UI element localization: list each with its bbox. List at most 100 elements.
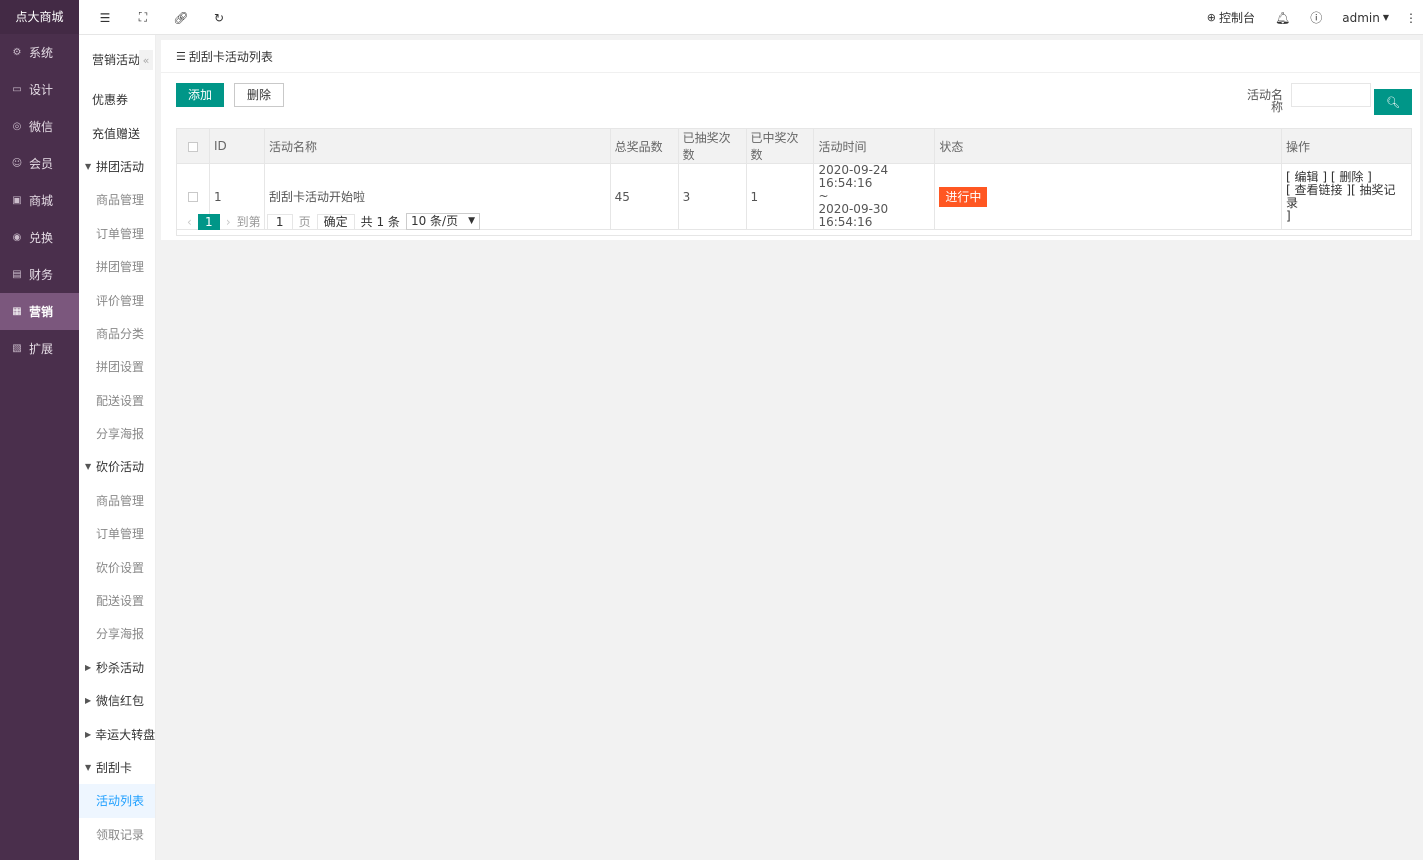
sub-nav-label: 砍价设置 [96,560,145,575]
main-nav-item[interactable]: ◎ 微信 [0,108,79,145]
wechat-icon: ◎ [12,121,22,132]
page-size-select[interactable]: 10 条/页 ▼ [405,213,480,230]
search-icon: 🔍︎ [1386,95,1400,109]
table-header-row: ID 活动名称 总奖品数 已抽奖次数 已中奖次数 活动时间 状态 操作 [176,128,1412,164]
main-nav-label: 扩展 [29,342,54,356]
sub-nav-label: 商品管理 [96,193,145,208]
sub-nav-item[interactable]: 拼团设置 [79,350,155,383]
caret-right-icon: ▶ [85,729,92,739]
main-nav-label: 设计 [29,83,54,97]
sub-nav-label: 活动列表 [96,794,145,809]
sub-nav-group[interactable]: ▶ 幸运大转盘 [79,717,155,750]
page-title: 刮刮卡活动列表 [188,49,273,64]
sub-nav-item[interactable]: 领取记录 [79,818,155,851]
sub-nav-item[interactable]: 商品管理 [79,484,155,517]
select-all-checkbox[interactable] [187,141,198,152]
shop-icon: ▣ [12,195,22,206]
sub-nav-item[interactable]: 活动列表 [79,784,155,818]
sub-nav-group[interactable]: ▼ 砍价活动 [79,450,155,483]
exchange-icon: ◉ [12,232,22,243]
column-header: ID [208,128,265,164]
sub-nav-label: 订单管理 [96,527,145,542]
delete-button[interactable]: 删除 [234,83,284,107]
sub-nav-item[interactable]: 评价管理 [79,283,155,316]
sub-nav-label: 拼团设置 [96,360,145,375]
main-nav-label: 会员 [29,157,54,171]
caret-down-icon: ▼ [85,462,92,472]
main-nav-item[interactable]: ▦ 营销 [0,293,79,330]
page-unit: 页 [298,215,311,229]
apps-icon: ▧ [12,343,22,354]
sub-nav-label: 秒杀活动 [96,660,145,675]
sub-nav-group[interactable]: ▶ 秒杀活动 [79,651,155,684]
panel-header: ☰ 刮刮卡活动列表 [161,40,1420,73]
main-nav-item[interactable]: ▧ 扩展 [0,330,79,367]
finance-icon: ▤ [12,269,22,280]
link-icon[interactable]: 🔗︎ [162,0,200,35]
sub-nav-label: 评价管理 [96,293,145,308]
prev-page-icon[interactable]: ‹ [187,215,192,229]
caret-down-icon: ▼ [85,161,92,171]
main-nav-label: 财务 [29,268,54,282]
view-link-records-links[interactable]: [ 查看链接 ][ 抽奖记录 [1286,183,1407,210]
caret-right-icon: ▶ [85,662,92,672]
sub-sidebar: 营销活动 « 优惠券 充值赠送 ▼ 拼团活动 商品管理 订单管理 拼团管理 评价管理 商品分类拼… [79,35,156,860]
search-input[interactable] [1291,83,1371,107]
help-icon[interactable]: ⓘ [1300,0,1332,35]
bell-icon[interactable]: 🔔︎ [1265,0,1300,35]
menu-toggle-icon[interactable]: ☰ [86,0,124,35]
monitor-icon: ▭ [12,84,22,95]
sub-nav-item[interactable]: 订单管理 [79,517,155,550]
main-nav-item[interactable]: ☺ 会员 [0,145,79,182]
sub-nav-label: 分享海报 [96,427,145,442]
collapse-icon[interactable]: « [139,50,153,70]
row-checkbox[interactable] [187,192,198,202]
sub-nav-item[interactable]: 商品管理 [79,183,155,216]
sub-nav-label: 砍价活动 [96,460,145,475]
sub-nav-item[interactable]: 砍价设置 [79,550,155,583]
add-button[interactable]: 添加 [176,83,224,107]
column-header: 活动时间 [813,128,936,164]
column-header: 状态 [934,128,1283,164]
sub-nav-item[interactable]: 配送设置 [79,384,155,417]
sub-nav-label: 订单管理 [96,226,145,241]
sub-nav-item[interactable]: 充值赠送 [79,116,155,149]
sub-nav-label: 分享海报 [96,627,145,642]
sub-nav-label: 领取记录 [96,827,145,842]
sub-nav-item[interactable]: 分享海报 [79,617,155,650]
sub-nav-item[interactable]: 订单管理 [79,217,155,250]
main-nav-item[interactable]: ⚙ 系统 [0,34,79,71]
sub-nav-group[interactable]: ▼ 刮刮卡 [79,751,155,784]
goto-page-input[interactable]: 1 [266,213,293,230]
sub-nav-group[interactable]: ▶ 微信红包 [79,684,155,717]
refresh-icon[interactable]: ↻ [200,0,238,35]
user-menu[interactable]: admin ▼ [1332,0,1399,35]
sub-nav-item[interactable]: 优惠券 [79,83,155,116]
more-icon[interactable]: ⋮ [1399,0,1423,35]
next-page-icon[interactable]: › [226,215,231,229]
sub-nav-item[interactable]: 拼团管理 [79,250,155,283]
search-label: 活动名称 [1246,88,1283,114]
total-count: 共 1 条 [360,215,400,229]
sub-nav-item[interactable]: 分享海报 [79,417,155,450]
globe-icon: ⊕ [1206,11,1216,24]
console-link[interactable]: ⊕ 控制台 [1197,0,1265,35]
goto-confirm-button[interactable]: 确定 [316,213,355,230]
gift-icon: ▦ [12,306,22,317]
sub-nav-label: 商品管理 [96,493,145,508]
sub-nav-item[interactable]: 商品分类 [79,317,155,350]
current-page[interactable]: 1 [197,213,220,230]
edit-delete-links[interactable]: [ 编辑 ] [ 删除 ] [1286,170,1407,184]
fullscreen-icon[interactable]: ⛶ [124,0,162,35]
sub-nav-group[interactable]: ▼ 拼团活动 [79,150,155,183]
sub-nav-label: 配送设置 [96,594,145,609]
main-nav-item[interactable]: ◉ 兑换 [0,219,79,256]
main-nav-item[interactable]: ▭ 设计 [0,71,79,108]
sub-nav-item[interactable]: 配送设置 [79,584,155,617]
main-nav-label: 兑换 [29,231,54,245]
main-nav-item[interactable]: ▤ 财务 [0,256,79,293]
main-nav-item[interactable]: ▣ 商城 [0,182,79,219]
main-panel: ☰ 刮刮卡活动列表 添加 删除 活动名称 🔍︎ ID 活动名称 总奖品数 已抽奖… [161,40,1420,240]
search-button[interactable]: 🔍︎ [1374,89,1412,115]
sub-nav-label: 拼团活动 [96,159,145,174]
